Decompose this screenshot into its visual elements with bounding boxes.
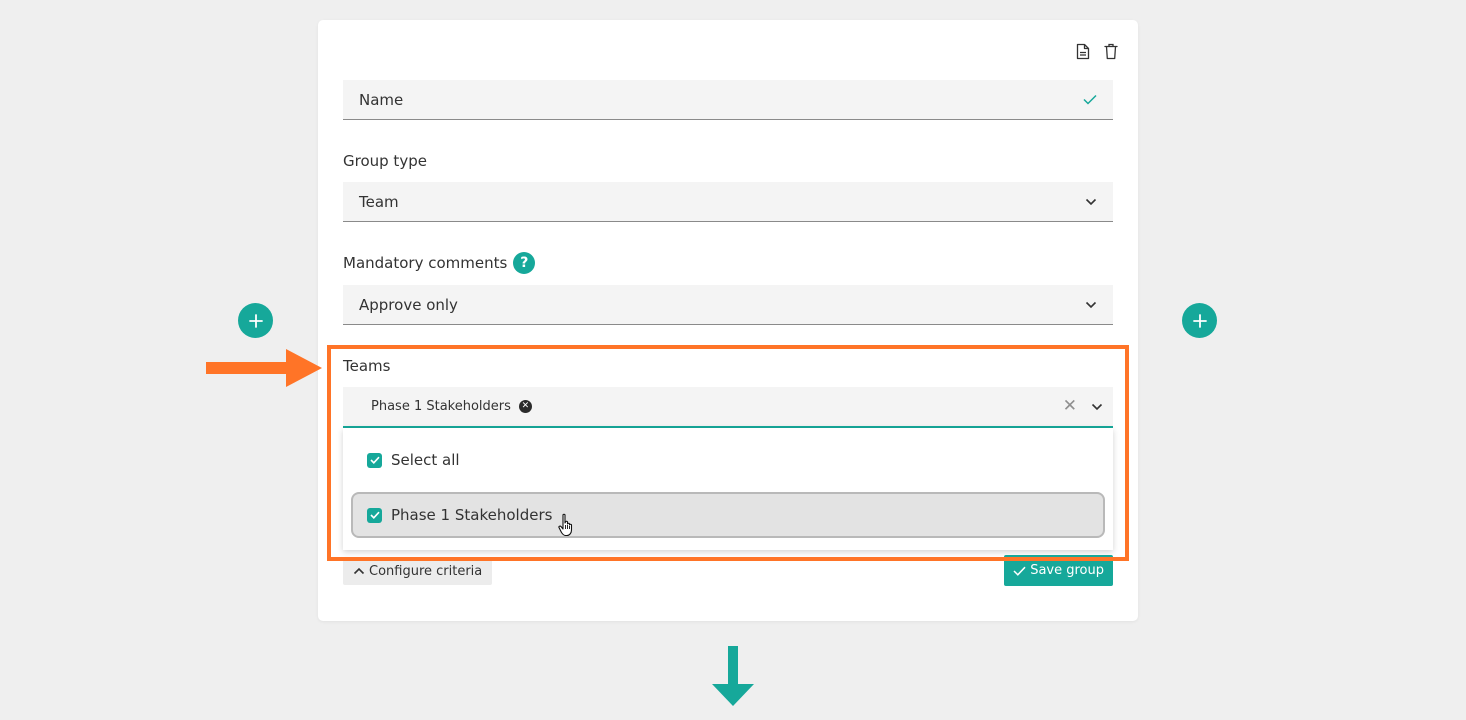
- name-placeholder: Name: [359, 90, 404, 109]
- group-type-value: Team: [359, 192, 399, 211]
- document-icon: [1076, 43, 1090, 59]
- mandatory-comments-label-text: Mandatory comments: [343, 254, 508, 272]
- x-circle-icon[interactable]: ✕: [518, 400, 532, 413]
- configure-criteria-label: Configure criteria: [369, 563, 483, 579]
- arrow-down-icon: [712, 646, 754, 706]
- document-button[interactable]: [1074, 42, 1092, 60]
- checkbox-checked[interactable]: [367, 507, 382, 523]
- check-icon: [369, 456, 380, 464]
- configure-criteria-button[interactable]: Configure criteria: [343, 557, 493, 585]
- teams-dropdown: Select all Phase 1 Stakeholders: [343, 428, 1113, 550]
- name-field[interactable]: Name: [343, 80, 1113, 120]
- mandatory-comments-select[interactable]: Approve only: [343, 285, 1113, 325]
- team-chip-label: Phase 1 Stakeholders: [371, 399, 511, 414]
- save-group-button[interactable]: Save group: [1004, 555, 1113, 586]
- checkbox-checked[interactable]: [367, 452, 382, 468]
- add-left-button[interactable]: [238, 303, 273, 338]
- group-type-label-text: Group type: [343, 152, 427, 170]
- option-label: Select all: [391, 451, 460, 469]
- card-actions: [1074, 42, 1120, 60]
- check-icon: [369, 511, 380, 519]
- mandatory-comments-label: Mandatory comments ?: [343, 252, 536, 274]
- chevron-down-icon: [1085, 301, 1097, 308]
- option-label: Phase 1 Stakeholders: [391, 506, 553, 524]
- group-type-label: Group type: [343, 152, 427, 170]
- hand-pointer-icon: [558, 513, 573, 537]
- trash-icon: [1104, 43, 1118, 59]
- team-chip: Phase 1 Stakeholders ✕: [371, 399, 532, 414]
- chevron-down-icon[interactable]: [1091, 403, 1103, 411]
- teams-label-text: Teams: [343, 357, 391, 375]
- save-group-label: Save group: [1030, 563, 1104, 578]
- group-type-select[interactable]: Team: [343, 182, 1113, 222]
- x-icon[interactable]: ✕: [1063, 398, 1077, 415]
- check-icon: [1083, 94, 1097, 105]
- add-right-button[interactable]: [1182, 303, 1217, 338]
- group-card: Name Group type Team Mandatory comments …: [318, 20, 1138, 621]
- plus-icon: [248, 313, 263, 328]
- chevron-down-icon: [1085, 198, 1097, 205]
- teams-multiselect[interactable]: Phase 1 Stakeholders ✕ ✕: [343, 387, 1113, 428]
- annotation-arrow-icon: [206, 349, 322, 387]
- plus-icon: [1192, 313, 1207, 328]
- teams-label: Teams: [343, 357, 390, 375]
- option-phase-1-stakeholders[interactable]: Phase 1 Stakeholders: [351, 492, 1105, 538]
- chevron-up-icon: [353, 567, 365, 575]
- help-icon[interactable]: ?: [513, 252, 536, 274]
- mandatory-comments-value: Approve only: [359, 295, 458, 314]
- delete-button[interactable]: [1102, 42, 1120, 60]
- check-icon: [1013, 566, 1026, 576]
- option-select-all[interactable]: Select all: [367, 450, 460, 470]
